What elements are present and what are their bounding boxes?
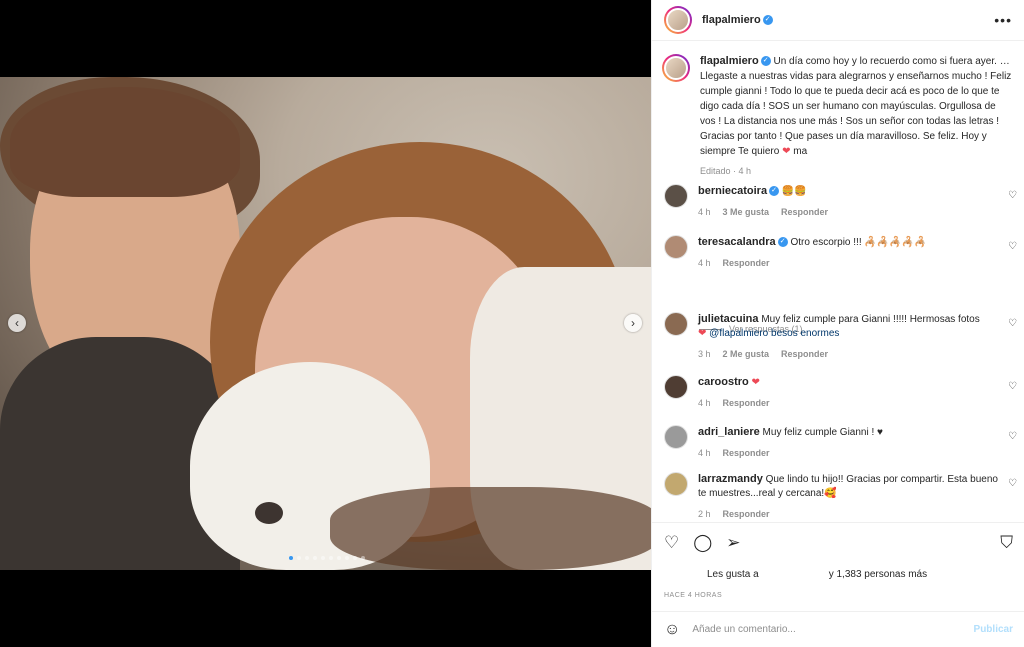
caption-end: ma [793, 146, 808, 157]
media-viewer: ‹ › [0, 0, 651, 647]
comment-time: 4 h [698, 207, 711, 217]
carousel-dot [289, 556, 293, 560]
like-comment-heart-icon[interactable]: ♡ [1008, 381, 1017, 392]
carousel-dot [297, 556, 301, 560]
reply-button[interactable]: Responder [781, 205, 828, 219]
previous-photo-button[interactable]: ‹ [8, 314, 26, 332]
comment-input[interactable] [692, 624, 974, 635]
comment-item: adri_laniere Muy feliz cumple Gianni ! ♥… [652, 425, 1024, 460]
commenter-avatar[interactable] [664, 472, 688, 496]
commenter-avatar[interactable] [664, 184, 688, 208]
comment-icon[interactable]: ◯ [693, 533, 712, 553]
post-header: flapalmiero ✓ ••• [652, 0, 1024, 41]
comment-text: Muy feliz cumple para Gianni !!!!! Hermo… [761, 314, 980, 325]
instagram-post-modal: ‹ › flapalmiero ✓ ••• flapalmiero ✓ Un dí… [0, 0, 1024, 647]
comment-time: 3 h [698, 349, 711, 359]
red-heart-icon: ❤ [698, 328, 707, 339]
comment-text: 🍔🍔 [781, 186, 807, 197]
like-comment-heart-icon[interactable]: ♡ [1008, 241, 1017, 252]
likes-suffix[interactable]: y 1,383 personas más [829, 569, 927, 580]
comment-time: 4 h [698, 448, 711, 458]
verified-badge-icon: ✓ [777, 237, 788, 248]
like-comment-heart-icon[interactable]: ♡ [1008, 478, 1017, 489]
comment-item: larrazmandy Que lindo tu hijo!! Gracias … [652, 472, 1024, 521]
share-icon[interactable]: ➢ [726, 533, 740, 553]
carousel-dot [337, 556, 341, 560]
like-comment-heart-icon[interactable]: ♡ [1008, 318, 1017, 329]
red-heart-icon: ❤ [751, 377, 760, 388]
likes-prefix: Les gusta a [707, 569, 759, 580]
verified-badge-icon: ✓ [769, 186, 780, 197]
heart-icon[interactable]: ♡ [664, 533, 679, 553]
red-heart-icon: ❤ [782, 146, 791, 157]
chevron-right-icon: › [631, 316, 635, 330]
author-avatar[interactable] [664, 6, 692, 34]
carousel-dot [305, 556, 309, 560]
carousel-indicator [289, 556, 365, 560]
verified-badge-icon: ✓ [760, 56, 771, 67]
comment-username[interactable]: caroostro [698, 376, 749, 388]
caption-username[interactable]: flapalmiero [700, 55, 759, 67]
post-photo[interactable] [0, 77, 651, 570]
comment-time: 4 h [698, 258, 711, 268]
verified-badge-icon: ✓ [762, 15, 773, 25]
edited-label: Editado · 4 h [700, 166, 752, 176]
comment-username[interactable]: adri_laniere [698, 426, 760, 438]
more-options-button[interactable]: ••• [994, 12, 1012, 28]
next-photo-button[interactable]: › [624, 314, 642, 332]
carousel-dot [329, 556, 333, 560]
comment-text: Muy feliz cumple Gianni ! ♥ [762, 427, 883, 438]
comment-item: julietacuina Muy feliz cumple para Giann… [652, 312, 1024, 361]
comment-item: caroostro ❤ 4 h Responder ♡ [652, 375, 1024, 410]
comment-item: berniecatoira ✓ 🍔🍔 4 h 3 Me gusta Responder… [652, 184, 1024, 219]
post-side-panel: flapalmiero ✓ ••• flapalmiero ✓ Un día co… [651, 0, 1024, 647]
reply-button[interactable]: Responder [723, 256, 770, 270]
comment-text: Otro escorpio !!! 🦂🦂🦂🦂🦂 [790, 237, 927, 248]
mention-link[interactable]: @flapalmiero besos enormes [709, 328, 839, 339]
reply-button[interactable]: Responder [723, 396, 770, 410]
reply-button[interactable]: Responder [781, 347, 828, 361]
likes-summary[interactable]: Les gusta a y 1,383 personas más [664, 569, 1013, 580]
comment-username[interactable]: larrazmandy [698, 473, 763, 485]
caption-text: Un día como hoy y lo recuerdo como si fu… [700, 56, 1012, 157]
author-avatar[interactable] [662, 54, 690, 82]
comment-username[interactable]: julietacuina [698, 313, 759, 325]
like-comment-heart-icon[interactable]: ♡ [1008, 431, 1017, 442]
comments-list[interactable]: flapalmiero ✓ Un día como hoy y lo recuer… [652, 42, 1024, 522]
commenter-avatar[interactable] [664, 425, 688, 449]
reply-button[interactable]: Responder [723, 446, 770, 460]
comment-time: 2 h [698, 509, 711, 519]
post-timestamp: HACE 4 HORAS [664, 592, 723, 599]
bookmark-icon[interactable]: ⛉ [1000, 533, 1013, 553]
carousel-dot [345, 556, 349, 560]
commenter-avatar[interactable] [664, 375, 688, 399]
post-caption: flapalmiero ✓ Un día como hoy y lo recuer… [652, 42, 1024, 179]
like-comment-heart-icon[interactable]: ♡ [1008, 190, 1017, 201]
comment-likes[interactable]: 3 Me gusta [723, 205, 770, 219]
add-comment-bar: ☺ Publicar [652, 611, 1024, 647]
publish-button[interactable]: Publicar [974, 624, 1013, 635]
comment-username[interactable]: berniecatoira [698, 185, 767, 197]
author-username[interactable]: flapalmiero [702, 14, 761, 26]
carousel-dot [353, 556, 357, 560]
comment-username[interactable]: teresacalandra [698, 236, 776, 248]
reply-button[interactable]: Responder [723, 507, 770, 521]
carousel-dot [313, 556, 317, 560]
carousel-dot [321, 556, 325, 560]
chevron-left-icon: ‹ [15, 316, 19, 330]
carousel-dot [361, 556, 365, 560]
commenter-avatar[interactable] [664, 312, 688, 336]
comment-item: teresacalandra ✓ Otro escorpio !!! 🦂🦂🦂🦂🦂 … [652, 235, 1024, 270]
post-actions: ♡ ◯ ➢ ⛉ Les gusta a y 1,383 personas más… [652, 522, 1024, 612]
comment-likes[interactable]: 2 Me gusta [723, 347, 770, 361]
comment-time: 4 h [698, 398, 711, 408]
emoji-icon[interactable]: ☺ [664, 621, 680, 639]
commenter-avatar[interactable] [664, 235, 688, 259]
